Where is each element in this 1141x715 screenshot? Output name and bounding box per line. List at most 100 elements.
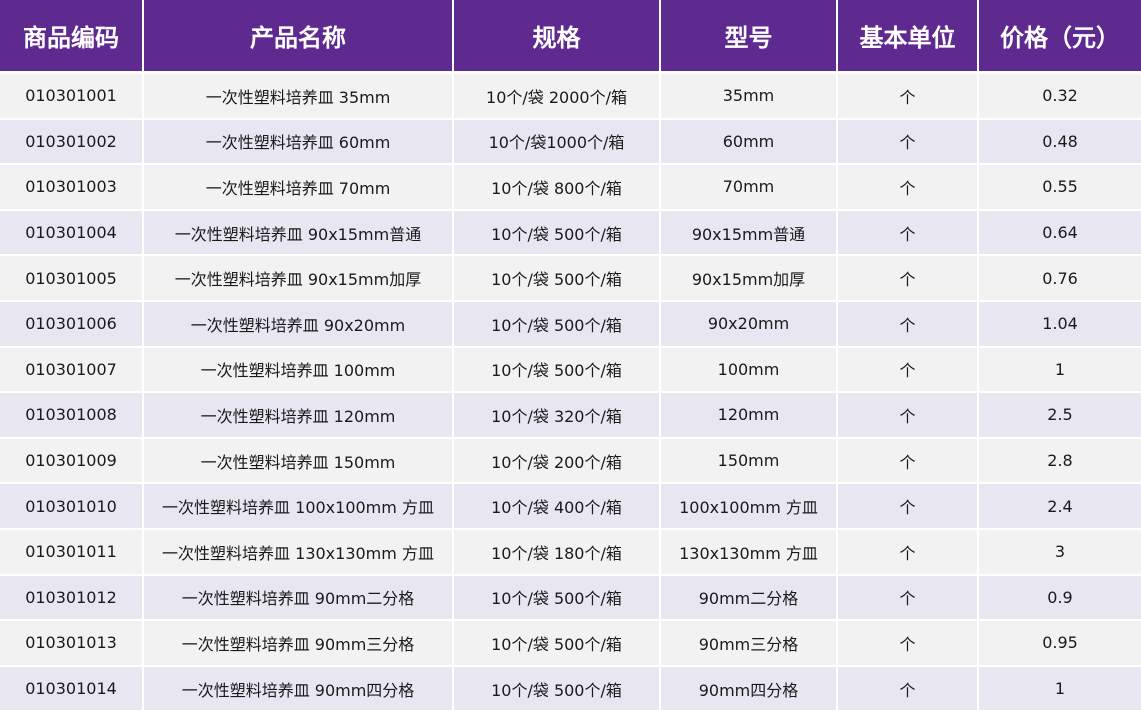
cell-unit: 个	[837, 620, 979, 667]
table-row: 010301009 一次性塑料培养皿 150mm 10个/袋 200个/箱 150mm…	[0, 437, 1141, 485]
cell-product-name: 一次性塑料培养皿 90x20mm	[143, 300, 454, 348]
table-row: 010301001 一次性塑料培养皿 35mm 10个/袋 2000个/箱 35mm 个…	[0, 72, 1141, 120]
cell-product-name: 一次性塑料培养皿 100mm	[143, 346, 454, 394]
cell-price: 0.76	[978, 255, 1141, 302]
cell-product-name: 一次性塑料培养皿 100x100mm 方皿	[143, 483, 454, 530]
cell-product-name: 一次性塑料培养皿 90mm二分格	[143, 574, 454, 622]
cell-price: 0.9	[978, 574, 1141, 622]
cell-product-code: 010301001	[0, 72, 144, 120]
cell-specification: 10个/袋 500个/箱	[453, 255, 661, 302]
cell-unit: 个	[837, 483, 979, 530]
header-product-code: 商品编码	[0, 0, 144, 74]
cell-price: 0.32	[978, 72, 1141, 120]
cell-unit: 个	[837, 164, 979, 211]
table-row: 010301004 一次性塑料培养皿 90x15mm普通 10个/袋 500个/箱 9…	[0, 209, 1141, 257]
cell-model: 150mm	[660, 437, 838, 485]
cell-price: 0.95	[978, 620, 1141, 667]
cell-specification: 10个/袋1000个/箱	[453, 118, 661, 166]
cell-price: 0.48	[978, 118, 1141, 166]
cell-product-name: 一次性塑料培养皿 70mm	[143, 164, 454, 211]
cell-unit: 个	[837, 118, 979, 166]
cell-unit: 个	[837, 574, 979, 622]
cell-model: 100x100mm 方皿	[660, 483, 838, 530]
cell-model: 90mm二分格	[660, 574, 838, 622]
table-body: 010301001 一次性塑料培养皿 35mm 10个/袋 2000个/箱 35mm 个…	[0, 72, 1141, 713]
cell-unit: 个	[837, 255, 979, 302]
table-row: 010301013 一次性塑料培养皿 90mm三分格 10个/袋 500个/箱 90m…	[0, 620, 1141, 667]
table-row: 010301002 一次性塑料培养皿 60mm 10个/袋1000个/箱 60mm 个 0…	[0, 118, 1141, 166]
cell-product-code: 010301006	[0, 300, 144, 348]
cell-model: 130x130mm 方皿	[660, 528, 838, 576]
cell-product-name: 一次性塑料培养皿 90x15mm普通	[143, 209, 454, 257]
cell-model: 90x20mm	[660, 300, 838, 348]
cell-price: 2.4	[978, 483, 1141, 530]
header-specification: 规格	[453, 0, 661, 74]
cell-price: 0.55	[978, 164, 1141, 211]
cell-product-code: 010301007	[0, 346, 144, 394]
cell-product-code: 010301009	[0, 437, 144, 485]
cell-specification: 10个/袋 800个/箱	[453, 164, 661, 211]
cell-model: 90x15mm加厚	[660, 255, 838, 302]
table-header: 商品编码 产品名称 规格 型号 基本单位 价格（元）	[0, 0, 1141, 74]
cell-price: 0.64	[978, 209, 1141, 257]
cell-product-code: 010301011	[0, 528, 144, 576]
table-row: 010301006 一次性塑料培养皿 90x20mm 10个/袋 500个/箱 90x…	[0, 300, 1141, 348]
header-row: 商品编码 产品名称 规格 型号 基本单位 价格（元）	[0, 0, 1141, 74]
cell-specification: 10个/袋 2000个/箱	[453, 72, 661, 120]
cell-model: 60mm	[660, 118, 838, 166]
cell-unit: 个	[837, 665, 979, 713]
cell-unit: 个	[837, 346, 979, 394]
cell-unit: 个	[837, 300, 979, 348]
table-row: 010301012 一次性塑料培养皿 90mm二分格 10个/袋 500个/箱 90m…	[0, 574, 1141, 622]
header-model: 型号	[660, 0, 838, 74]
cell-unit: 个	[837, 528, 979, 576]
cell-model: 90x15mm普通	[660, 209, 838, 257]
cell-product-name: 一次性塑料培养皿 90x15mm加厚	[143, 255, 454, 302]
cell-specification: 10个/袋 200个/箱	[453, 437, 661, 485]
cell-specification: 10个/袋 320个/箱	[453, 392, 661, 439]
cell-specification: 10个/袋 500个/箱	[453, 300, 661, 348]
cell-specification: 10个/袋 400个/箱	[453, 483, 661, 530]
cell-product-name: 一次性塑料培养皿 35mm	[143, 72, 454, 120]
cell-specification: 10个/袋 500个/箱	[453, 346, 661, 394]
cell-specification: 10个/袋 500个/箱	[453, 209, 661, 257]
header-product-name: 产品名称	[143, 0, 454, 74]
cell-model: 90mm三分格	[660, 620, 838, 667]
cell-price: 1	[978, 665, 1141, 713]
cell-model: 120mm	[660, 392, 838, 439]
table-row: 010301003 一次性塑料培养皿 70mm 10个/袋 800个/箱 70mm 个 0…	[0, 164, 1141, 211]
cell-model: 35mm	[660, 72, 838, 120]
price-table: 商品编码 产品名称 规格 型号 基本单位 价格（元） 010301001 一次性塑…	[0, 0, 1141, 713]
cell-product-name: 一次性塑料培养皿 150mm	[143, 437, 454, 485]
table-row: 010301014 一次性塑料培养皿 90mm四分格 10个/袋 500个/箱 90m…	[0, 665, 1141, 713]
cell-price: 2.8	[978, 437, 1141, 485]
table-row: 010301007 一次性塑料培养皿 100mm 10个/袋 500个/箱 100mm…	[0, 346, 1141, 394]
cell-model: 100mm	[660, 346, 838, 394]
cell-product-code: 010301014	[0, 665, 144, 713]
cell-unit: 个	[837, 72, 979, 120]
table-row: 010301008 一次性塑料培养皿 120mm 10个/袋 320个/箱 120mm…	[0, 392, 1141, 439]
cell-product-code: 010301008	[0, 392, 144, 439]
cell-unit: 个	[837, 392, 979, 439]
table-row: 010301010 一次性塑料培养皿 100x100mm 方皿 10个/袋 400个…	[0, 483, 1141, 530]
table-row: 010301011 一次性塑料培养皿 130x130mm 方皿 10个/袋 180个…	[0, 528, 1141, 576]
cell-product-code: 010301013	[0, 620, 144, 667]
cell-model: 70mm	[660, 164, 838, 211]
cell-product-code: 010301010	[0, 483, 144, 530]
cell-product-code: 010301012	[0, 574, 144, 622]
cell-price: 2.5	[978, 392, 1141, 439]
cell-model: 90mm四分格	[660, 665, 838, 713]
cell-specification: 10个/袋 180个/箱	[453, 528, 661, 576]
cell-unit: 个	[837, 209, 979, 257]
cell-product-name: 一次性塑料培养皿 90mm四分格	[143, 665, 454, 713]
cell-specification: 10个/袋 500个/箱	[453, 665, 661, 713]
cell-product-name: 一次性塑料培养皿 130x130mm 方皿	[143, 528, 454, 576]
cell-specification: 10个/袋 500个/箱	[453, 620, 661, 667]
cell-product-code: 010301003	[0, 164, 144, 211]
cell-product-code: 010301004	[0, 209, 144, 257]
cell-unit: 个	[837, 437, 979, 485]
cell-price: 1.04	[978, 300, 1141, 348]
cell-product-name: 一次性塑料培养皿 60mm	[143, 118, 454, 166]
cell-product-name: 一次性塑料培养皿 90mm三分格	[143, 620, 454, 667]
cell-price: 1	[978, 346, 1141, 394]
